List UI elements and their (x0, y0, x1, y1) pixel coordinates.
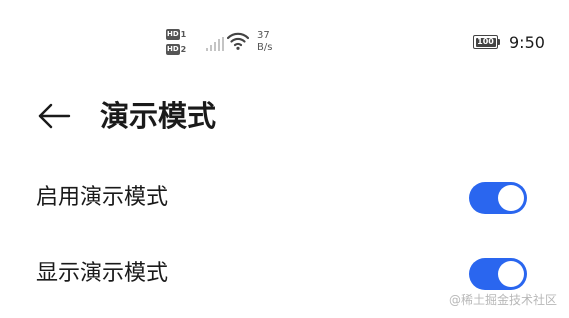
hd2-icon: HD 2 (166, 44, 187, 55)
status-time: 9:50 (509, 33, 545, 52)
cellular-signal-icon (206, 37, 224, 51)
network-speed-unit: B/s (257, 42, 273, 53)
setting-row-enable-demo-mode[interactable]: 启用演示模式 (0, 170, 569, 226)
status-bar: HD 1 HD 2 37 B/s 100 9:50 (0, 0, 569, 60)
setting-label: 启用演示模式 (36, 185, 169, 210)
page-title: 演示模式 (100, 99, 217, 133)
battery-icon: 100 (473, 35, 501, 51)
wifi-icon (227, 32, 249, 50)
watermark: @稀土掘金技术社区 (448, 293, 557, 307)
toggle-knob (498, 185, 524, 211)
setting-label: 显示演示模式 (36, 261, 169, 286)
toggle-knob (498, 261, 524, 287)
network-speed: 37 B/s (257, 30, 272, 54)
hd-call-indicators: HD 1 HD 2 (166, 28, 194, 56)
show-demo-mode-toggle[interactable] (469, 258, 527, 290)
battery-level: 100 (477, 37, 494, 46)
hd1-icon: HD 1 (166, 29, 187, 40)
back-button[interactable] (34, 96, 74, 136)
arrow-left-icon (38, 103, 71, 129)
enable-demo-mode-toggle[interactable] (469, 182, 527, 214)
network-speed-value: 37 (257, 30, 270, 41)
